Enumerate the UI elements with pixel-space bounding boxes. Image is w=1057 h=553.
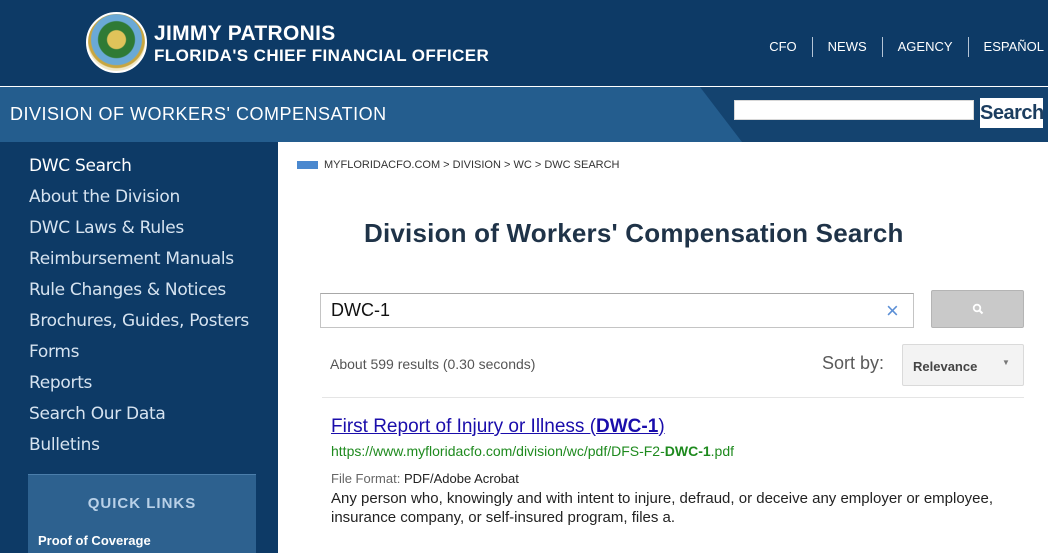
search-icon [972,303,983,315]
search-input[interactable] [320,293,914,328]
breadcrumb-marker-icon [297,161,318,169]
result-url-highlight: DWC-1 [664,443,711,459]
result-snippet: Any person who, knowingly and with inten… [331,490,994,526]
sort-label: Sort by: [822,353,885,373]
page-title: Division of Workers' Compensation Search [364,218,904,248]
quick-links-title: QUICK LINKS [87,495,197,512]
sidebar-item-laws-rules[interactable]: DWC Laws & Rules [29,213,278,244]
result-title-highlight: DWC-1 [596,416,659,437]
result-count: About 599 results (0.30 seconds) [330,356,536,372]
cfo-title[interactable]: FLORIDA'S CHIEF FINANCIAL OFFICER [154,46,489,66]
sidebar-item-rule-changes[interactable]: Rule Changes & Notices [29,275,278,306]
site-header: JIMMY PATRONIS FLORIDA'S CHIEF FINANCIAL… [0,0,1048,86]
florida-seal-logo[interactable] [86,12,147,73]
result-url-suffix: .pdf [710,443,735,459]
result-file-format: File Format: PDF/Adobe Acrobat [331,471,519,486]
breadcrumb: MYFLORIDACFO.COM > DIVISION > WC > DWC S… [297,159,620,171]
result-format-value: PDF/Adobe Acrobat [403,471,519,486]
sort-select[interactable]: Relevance ▼ [902,344,1024,386]
sort-selected-value: Relevance [913,359,978,374]
result-url: https://www.myfloridacfo.com/division/wc… [331,443,734,459]
result-title-suffix: ) [658,416,665,437]
nav-agency-link[interactable]: AGENCY [881,37,968,57]
result-url-prefix: https://www.myfloridacfo.com/division/wc… [331,443,665,459]
cfo-name[interactable]: JIMMY PATRONIS [154,22,336,46]
results-divider [322,397,1024,398]
sidebar-item-search-data[interactable]: Search Our Data [29,399,278,430]
top-nav: CFO NEWS AGENCY ESPAÑOL [754,37,1044,57]
nav-espanol-link[interactable]: ESPAÑOL [967,37,1044,57]
nav-cfo-link[interactable]: CFO [754,37,811,57]
search-button[interactable] [931,290,1024,328]
sidebar-item-dwc-search[interactable]: DWC Search [29,151,278,182]
result-format-label: File Format: [331,471,401,486]
sidebar-item-reports[interactable]: Reports [29,368,278,399]
result-title-prefix: First Report of Injury or Illness ( [331,416,597,437]
chevron-down-icon: ▼ [1002,358,1010,367]
nav-news-link[interactable]: NEWS [811,37,882,57]
sidebar-item-reimbursement-manuals[interactable]: Reimbursement Manuals [29,244,278,275]
quick-link-proof-of-coverage[interactable]: Proof of Coverage [38,533,151,548]
site-search-button[interactable]: Search [980,98,1044,128]
clear-icon[interactable]: × [886,298,899,324]
result-title-link[interactable]: First Report of Injury or Illness (DWC-1… [331,416,665,438]
sidebar-item-brochures[interactable]: Brochures, Guides, Posters [29,306,278,337]
division-title[interactable]: DIVISION OF WORKERS' COMPENSATION [10,104,387,125]
site-search-input[interactable] [734,100,974,120]
breadcrumb-text[interactable]: MYFLORIDACFO.COM > DIVISION > WC > DWC S… [324,159,620,171]
quick-links-panel: QUICK LINKS Proof of Coverage [28,474,256,553]
sidebar-item-about[interactable]: About the Division [29,182,278,213]
sidebar-item-forms[interactable]: Forms [29,337,278,368]
sidebar-item-bulletins[interactable]: Bulletins [29,430,278,461]
